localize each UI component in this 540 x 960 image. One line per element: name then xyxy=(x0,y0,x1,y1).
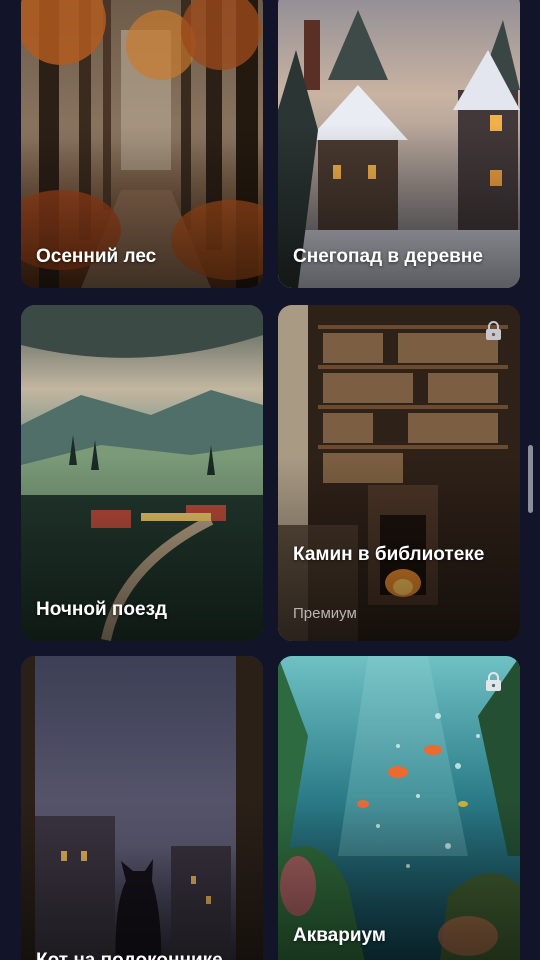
scene-card-autumn-forest[interactable]: Осенний лес xyxy=(21,0,263,288)
scene-card-night-train[interactable]: Ночной поезд xyxy=(21,305,263,641)
lock-icon xyxy=(486,321,501,340)
scene-card-snowfall-village[interactable]: Снегопад в деревне xyxy=(278,0,520,288)
scene-title: Кот на подоконнике xyxy=(36,947,251,960)
scene-title: Ночной поезд xyxy=(36,599,168,620)
scene-title: Камин в библиотеке xyxy=(293,544,485,565)
scene-title: Аквариум xyxy=(293,925,386,946)
scene-title: Осенний лес xyxy=(36,246,157,267)
scrollbar[interactable] xyxy=(528,445,533,513)
scene-card-library-fireplace[interactable]: Камин в библиотеке Премиум xyxy=(278,305,520,641)
scene-title: Снегопад в деревне xyxy=(293,246,483,267)
lock-icon xyxy=(486,672,501,691)
premium-label: Премиум xyxy=(293,605,357,622)
scene-grid: Осенний лес Снегопад в деревне Ночной по… xyxy=(0,0,540,960)
scene-card-cat-windowsill[interactable]: Кот на подоконнике xyxy=(21,656,263,960)
scene-card-aquarium[interactable]: Аквариум xyxy=(278,656,520,960)
